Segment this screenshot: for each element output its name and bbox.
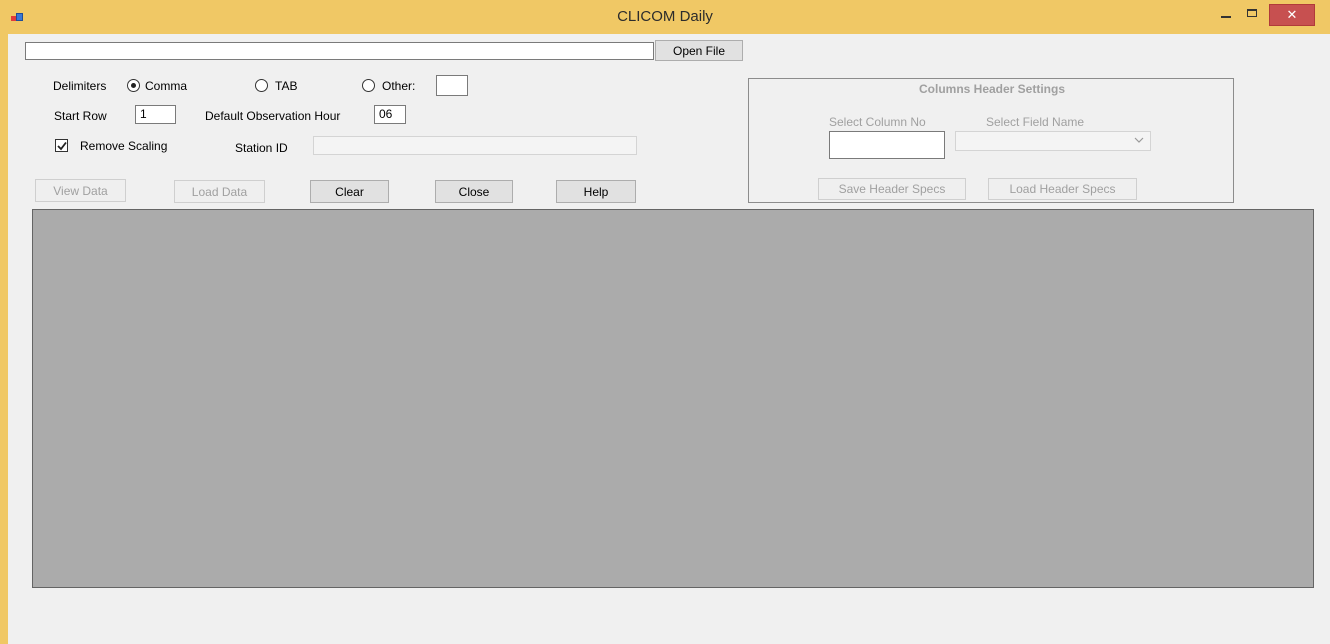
start-row-label: Start Row: [54, 109, 107, 123]
close-window-button[interactable]: ✕: [1269, 4, 1315, 26]
comma-radio[interactable]: [127, 79, 140, 92]
station-id-input[interactable]: [313, 136, 637, 155]
close-icon: ✕: [1286, 7, 1298, 22]
observation-hour-label: Default Observation Hour: [205, 109, 341, 123]
comma-label[interactable]: Comma: [145, 79, 187, 93]
select-column-label: Select Column No: [829, 115, 926, 129]
columns-header-settings-group: Columns Header Settings Select Column No…: [748, 78, 1234, 203]
remove-scaling-checkbox[interactable]: [55, 139, 68, 152]
open-file-button[interactable]: Open File: [655, 40, 743, 61]
view-data-button[interactable]: View Data: [35, 179, 126, 202]
select-field-label: Select Field Name: [986, 115, 1085, 129]
other-delimiter-input[interactable]: [436, 75, 468, 96]
data-grid[interactable]: [32, 209, 1314, 588]
tab-label[interactable]: TAB: [275, 79, 297, 93]
select-field-dropdown[interactable]: [955, 131, 1151, 151]
select-column-input[interactable]: [829, 131, 945, 159]
clicom-daily-window: CLICOM Daily ✕ Open File Delimiters Comm…: [0, 0, 1330, 644]
help-button[interactable]: Help: [556, 180, 636, 203]
file-path-input[interactable]: [25, 42, 654, 60]
client-area: Open File Delimiters Comma TAB Other: St…: [8, 34, 1330, 644]
station-id-label: Station ID: [235, 141, 288, 155]
remove-scaling-label[interactable]: Remove Scaling: [80, 139, 167, 153]
check-icon: [57, 141, 67, 151]
clear-button[interactable]: Clear: [310, 180, 389, 203]
window-title: CLICOM Daily: [617, 8, 713, 25]
tab-radio[interactable]: [255, 79, 268, 92]
minimize-icon: [1221, 16, 1231, 18]
close-button[interactable]: Close: [435, 180, 513, 203]
delimiters-label: Delimiters: [53, 79, 107, 93]
group-title: Columns Header Settings: [918, 82, 1066, 96]
save-header-specs-button[interactable]: Save Header Specs: [818, 178, 966, 200]
maximize-icon: [1247, 9, 1257, 17]
minimize-button[interactable]: [1213, 4, 1239, 26]
maximize-button[interactable]: [1240, 4, 1266, 26]
load-data-button[interactable]: Load Data: [174, 180, 265, 203]
load-header-specs-button[interactable]: Load Header Specs: [988, 178, 1137, 200]
other-radio[interactable]: [362, 79, 375, 92]
chevron-down-icon: [1134, 137, 1144, 143]
title-bar[interactable]: CLICOM Daily ✕: [0, 0, 1330, 34]
other-label[interactable]: Other:: [382, 79, 415, 93]
observation-hour-input[interactable]: 06: [374, 105, 406, 124]
start-row-input[interactable]: 1: [135, 105, 176, 124]
